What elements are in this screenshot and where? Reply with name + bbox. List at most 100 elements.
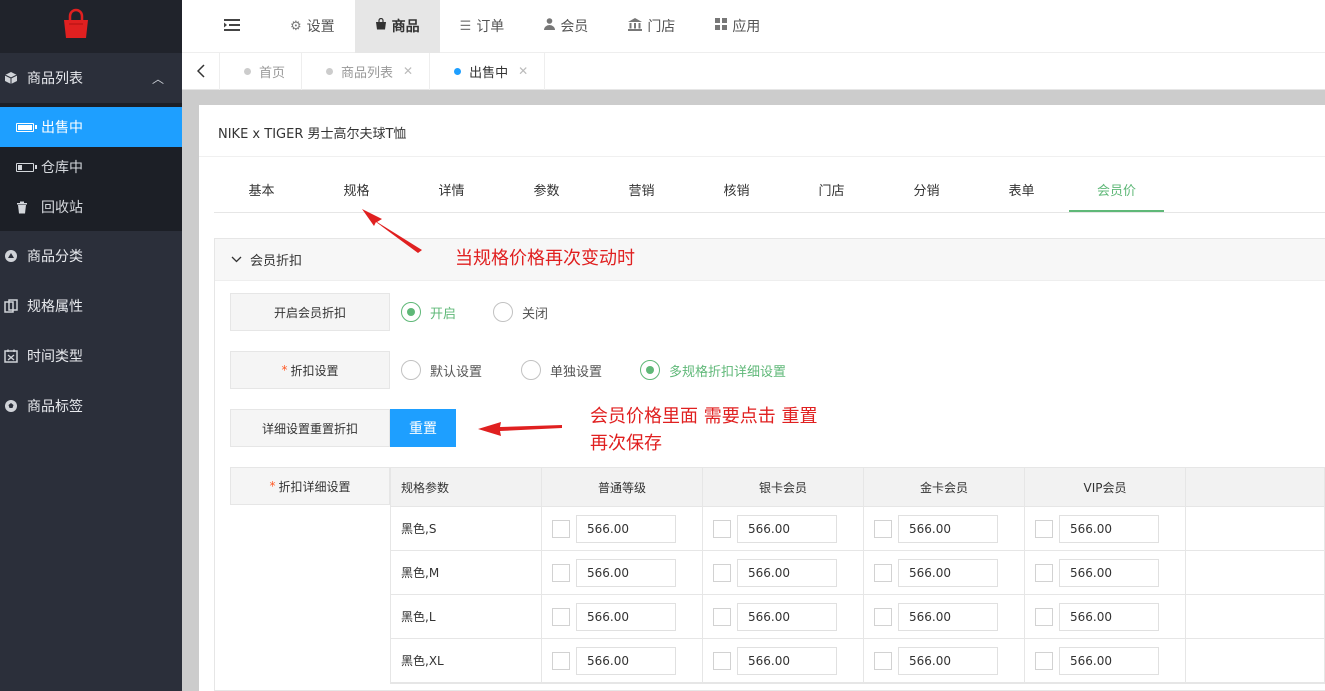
tab-store[interactable]: 门店 [784,171,879,212]
price-cell: 566.00 [703,595,864,638]
price-input[interactable]: 566.00 [898,602,998,631]
shopping-bag-logo-icon[interactable] [60,8,92,40]
page-tab-home[interactable]: 首页 [220,52,303,90]
reset-button[interactable]: 重置 [390,409,456,447]
price-input[interactable]: 566.00 [737,514,837,543]
tab-form[interactable]: 表单 [974,171,1069,212]
sidebar-item-recycle-bin[interactable]: 回收站 [0,187,182,227]
price-cell: 566.00 [864,595,1025,638]
tab-member-price[interactable]: 会员价 [1069,171,1164,212]
table-header-cell: VIP会员 [1025,468,1186,506]
price-input[interactable]: 566.00 [1059,602,1159,631]
price-cell: 566.00 [703,507,864,550]
close-icon[interactable]: ✕ [518,64,528,78]
checkbox[interactable] [874,607,892,626]
tab-dot-icon [244,67,251,75]
price-input[interactable]: 566.00 [1059,514,1159,543]
topnav-apps[interactable]: 应用 [695,0,780,53]
price-input[interactable]: 566.00 [1059,558,1159,587]
tab-verify[interactable]: 核销 [689,171,784,212]
radio-checked-icon [640,360,660,380]
checkbox[interactable] [874,519,892,538]
menu-toggle-icon[interactable] [224,17,258,36]
label-text: 折扣设置 [290,363,339,378]
sidebar-group-tags[interactable]: 商品标签 [0,381,182,431]
price-input[interactable]: 566.00 [898,646,998,675]
price-input[interactable]: 566.00 [737,602,837,631]
tab-marketing[interactable]: 营销 [594,171,689,212]
label-text: 开启会员折扣 [273,305,346,320]
sidebar-item-on-sale[interactable]: 出售中 [0,107,182,147]
checkbox[interactable] [1035,651,1053,670]
checkbox[interactable] [874,563,892,582]
radio-enable-on[interactable]: 开启 [401,302,456,322]
radio-multi-spec-setting[interactable]: 多规格折扣详细设置 [640,360,786,380]
checkbox[interactable] [874,651,892,670]
tab-detail[interactable]: 详情 [404,171,499,212]
price-input[interactable]: 566.00 [737,558,837,587]
topnav-stores[interactable]: 门店 [608,0,695,53]
price-input[interactable]: 566.00 [576,514,676,543]
sidebar: 商品列表 ︿ 出售中 仓库中 回收站 商品分类 规格属性 时间类型 商品标签 [0,0,182,691]
sidebar-group-product-list[interactable]: 商品列表 ︿ [0,53,182,103]
price-input[interactable]: 566.00 [737,646,837,675]
price-cell: 566.00 [542,639,703,682]
page-tab-product-list[interactable]: 商品列表 ✕ [302,52,431,90]
checkbox[interactable] [552,563,570,582]
section-header[interactable]: 会员折扣 [215,239,1325,281]
checkbox[interactable] [713,607,731,626]
radio-default-setting[interactable]: 默认设置 [401,360,482,380]
tab-spec[interactable]: 规格 [309,171,404,212]
page-tab-on-sale[interactable]: 出售中 ✕ [430,52,546,90]
price-input[interactable]: 566.00 [576,558,676,587]
sidebar-group-label: 商品标签 [27,399,83,415]
sidebar-group-label: 规格属性 [27,299,83,315]
page-tab-label: 商品列表 [341,65,394,81]
tab-params[interactable]: 参数 [499,171,594,212]
section-title: 会员折扣 [250,254,303,269]
radio-label: 默认设置 [430,364,483,380]
chevron-left-icon[interactable] [182,52,220,90]
topnav-settings[interactable]: ⚙ 设置 [270,0,355,53]
radio-label: 单独设置 [550,364,603,380]
checkbox[interactable] [1035,563,1053,582]
checkbox[interactable] [1035,607,1053,626]
topnav-label: 会员 [560,19,589,35]
checkbox[interactable] [552,607,570,626]
price-cell: 566.00 [542,507,703,550]
radio-individual-setting[interactable]: 单独设置 [521,360,602,380]
checkbox[interactable] [713,519,731,538]
price-cell: 566.00 [1025,595,1186,638]
reset-discount-label: 详细设置重置折扣 [230,409,390,447]
sidebar-subnav: 出售中 仓库中 回收站 [0,103,182,231]
sidebar-group-spec-attr[interactable]: 规格属性 [0,281,182,331]
product-title: NIKE x TIGER 男士高尔夫球T恤 [218,127,407,142]
tab-basic[interactable]: 基本 [214,171,309,212]
topnav-members[interactable]: 会员 [524,0,608,53]
sidebar-group-time-type[interactable]: 时间类型 [0,331,182,381]
checkbox[interactable] [552,519,570,538]
price-input[interactable]: 566.00 [1059,646,1159,675]
checkbox[interactable] [713,563,731,582]
price-input[interactable]: 566.00 [898,558,998,587]
topnav-orders[interactable]: ☰ 订单 [440,0,525,53]
discount-table: 规格参数 普通等级 银卡会员 金卡会员 VIP会员 黑色,S 566.00 56… [390,467,1325,684]
member-discount-section: 会员折扣 开启会员折扣 开启 关闭 * 折扣设置 默认设置 单独设置 多规格折扣… [214,238,1325,691]
list-icon: ☰ [459,18,472,34]
price-input[interactable]: 566.00 [576,646,676,675]
checkbox[interactable] [713,651,731,670]
price-input[interactable]: 566.00 [576,602,676,631]
tab-dot-icon [326,67,334,75]
battery-full-icon [16,122,37,132]
tab-distribution[interactable]: 分销 [879,171,974,212]
radio-enable-off[interactable]: 关闭 [493,302,548,322]
checkbox[interactable] [1035,519,1053,538]
sidebar-item-warehouse[interactable]: 仓库中 [0,147,182,187]
circle-icon [3,248,19,264]
checkbox[interactable] [552,651,570,670]
radio-label: 关闭 [522,306,549,322]
sidebar-group-category[interactable]: 商品分类 [0,231,182,281]
topnav-products[interactable]: 商品 [354,0,440,53]
price-input[interactable]: 566.00 [898,514,998,543]
close-icon[interactable]: ✕ [403,64,413,78]
